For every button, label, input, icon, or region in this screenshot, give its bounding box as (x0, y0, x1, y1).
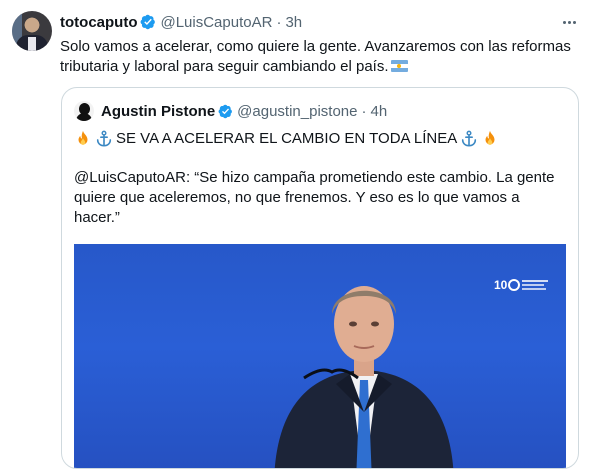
quoted-author-handle[interactable]: @agustin_pistone (237, 103, 357, 120)
separator-dot: · (361, 102, 367, 120)
quoted-tweet-text: @LuisCaputoAR: “Se hizo campaña prometie… (74, 169, 555, 226)
author-handle[interactable]: @LuisCaputoAR (160, 14, 272, 31)
quoted-tweet[interactable]: Agustin Pistone @agustin_pistone · 4h SE… (61, 87, 579, 469)
quoted-tweet-header: Agustin Pistone @agustin_pistone · 4h (101, 101, 387, 121)
tweet-text: Solo vamos a acelerar, como quiere la ge… (60, 37, 580, 77)
avatar-shirt (28, 37, 36, 51)
verified-badge-icon (141, 14, 156, 30)
quoted-author-avatar[interactable] (74, 101, 94, 121)
author-name[interactable]: totocaputo (60, 14, 137, 31)
quoted-headline-line: SE VA A ACELERAR EL CAMBIO EN TODA LÍNEA (74, 129, 499, 149)
quoted-headline: SE VA A ACELERAR EL CAMBIO EN TODA LÍNEA (116, 130, 458, 147)
quoted-tweet-timestamp[interactable]: 4h (370, 103, 387, 120)
fire-emoji (78, 130, 88, 145)
tweet-text-content: Solo vamos a acelerar, como quiere la ge… (60, 38, 571, 75)
tweet-header: totocaputo @LuisCaputoAR · 3h (60, 12, 302, 32)
anchor-emoji (96, 130, 112, 147)
argentina-flag-emoji (390, 60, 408, 72)
tweet[interactable]: totocaputo @LuisCaputoAR · 3h Solo vamos… (0, 0, 595, 469)
quoted-media-image[interactable]: 10 (74, 244, 566, 468)
event-logo-icon: 10 (494, 278, 548, 292)
author-avatar[interactable] (12, 11, 52, 51)
anchor-emoji (462, 130, 477, 147)
verified-badge-icon (218, 104, 233, 118)
quoted-author-name[interactable]: Agustin Pistone (101, 103, 215, 120)
more-options-icon[interactable] (558, 12, 580, 32)
fire-emoji (485, 130, 495, 145)
tweet-timestamp[interactable]: 3h (285, 14, 302, 31)
microphone-icon (303, 368, 359, 380)
speaker-figure (274, 286, 454, 468)
separator-dot: · (276, 13, 282, 31)
svg-text:10: 10 (494, 278, 508, 292)
